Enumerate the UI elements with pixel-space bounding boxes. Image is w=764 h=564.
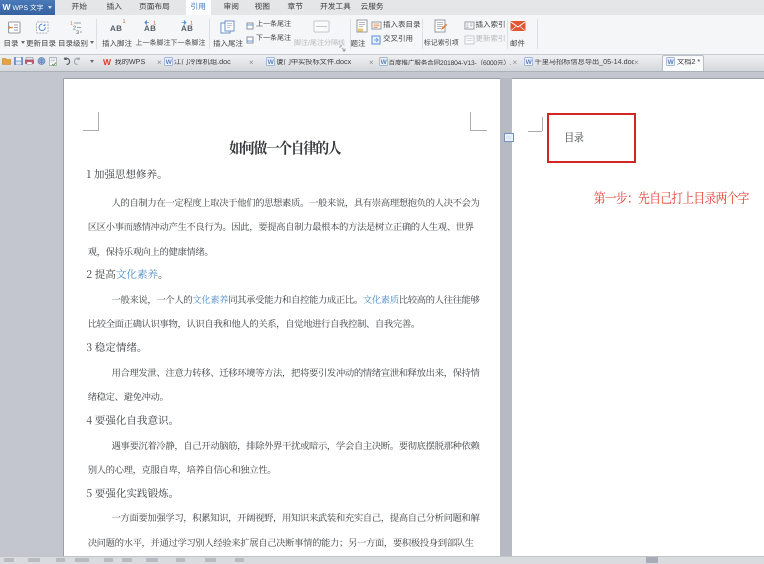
- svg-text:W: W: [525, 59, 532, 66]
- svg-text:W: W: [267, 59, 274, 66]
- svg-text:W: W: [380, 59, 387, 66]
- svg-text:1: 1: [153, 20, 156, 24]
- svg-text:W: W: [165, 59, 172, 66]
- svg-text:3: 3: [76, 30, 79, 34]
- svg-text:1: 1: [190, 20, 193, 24]
- svg-text:W: W: [667, 59, 674, 66]
